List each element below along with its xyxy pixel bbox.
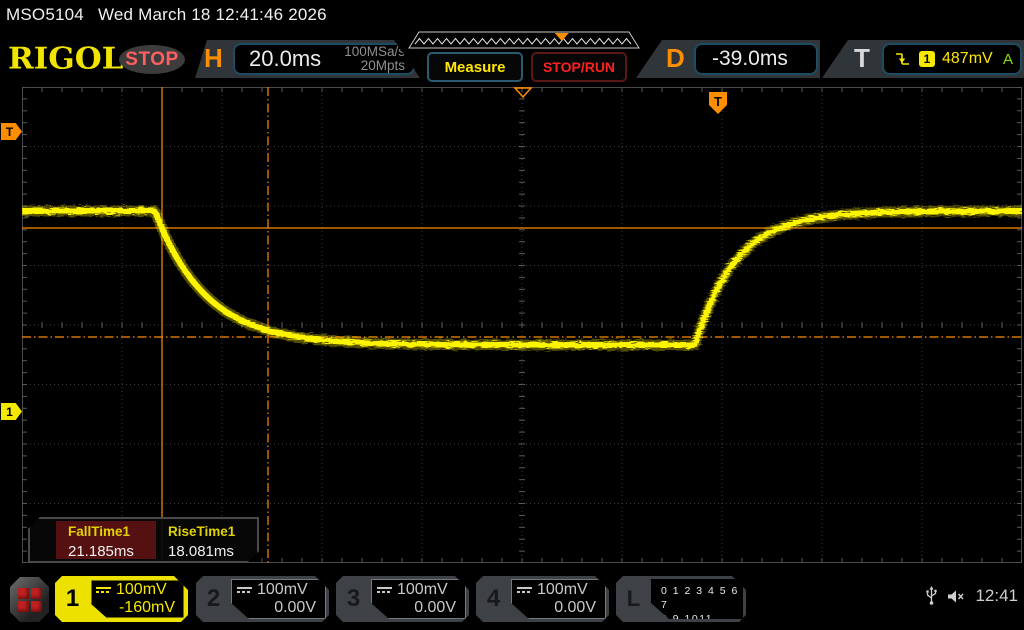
channel-offset: 0.00V: [517, 599, 600, 617]
channel-number: 2: [196, 576, 231, 622]
channel-offset: -160mV: [96, 599, 179, 617]
channel-scale: 100mV: [537, 581, 588, 599]
horizontal-label: H: [204, 43, 223, 74]
channel-values: 100mV 0.00V: [371, 579, 466, 619]
measurement-falltime[interactable]: FallTime1 21.185ms: [56, 521, 156, 559]
channel-scale: 100mV: [257, 581, 308, 599]
channel-values: 100mV 0.00V: [511, 579, 606, 619]
measure-button[interactable]: Measure: [427, 52, 523, 82]
delay-value: -39.0ms: [712, 47, 788, 71]
channel-3-button[interactable]: 3 100mV 0.00V: [336, 576, 469, 622]
measurement-value: 18.081ms: [168, 543, 256, 560]
logic-label: L: [616, 576, 651, 622]
timebase-value: 20.0ms: [249, 46, 321, 72]
dc-coupling-icon: [237, 587, 252, 593]
sample-rate-and-depth: 100MSa/s 20Mpts: [344, 45, 405, 73]
usb-icon: [925, 586, 938, 606]
dc-coupling-icon: [377, 587, 392, 593]
rigol-logo: RIGOL: [8, 42, 124, 76]
delay-panel[interactable]: D -39.0ms: [636, 40, 820, 78]
measurement-risetime[interactable]: RiseTime1 18.081ms: [156, 521, 256, 559]
trigger-level-marker[interactable]: T: [1, 123, 22, 140]
clock: 12:41: [975, 586, 1018, 606]
horizontal-panel[interactable]: H 20.0ms 100MSa/s 20Mpts: [195, 40, 420, 78]
channel-offset: 0.00V: [237, 599, 320, 617]
channel-scale: 100mV: [116, 581, 167, 599]
channel-2-button[interactable]: 2 100mV 0.00V: [196, 576, 329, 622]
menu-button[interactable]: [10, 577, 49, 622]
waveform-overview-strip[interactable]: [405, 31, 643, 50]
channel-values: 100mV 0.00V: [231, 579, 326, 619]
channel-values: 100mV -160mV: [90, 579, 185, 619]
svg-text:T: T: [714, 94, 722, 109]
dc-coupling-icon: [517, 587, 532, 593]
speaker-muted-icon: [947, 588, 966, 605]
titlebar: MSO5104 Wed March 18 12:41:46 2026: [6, 5, 341, 25]
menu-grid-icon: [18, 588, 42, 612]
trigger-label: T: [854, 43, 870, 74]
sample-rate: 100MSa/s: [344, 44, 405, 59]
channel-scale: 100mV: [397, 581, 448, 599]
model-name: MSO5104: [6, 5, 84, 24]
measurement-results-box: FallTime1 21.185ms RiseTime1 18.081ms: [28, 517, 259, 563]
trigger-source-badge: 1: [919, 51, 935, 67]
delay-label: D: [666, 43, 685, 74]
graticule: T: [22, 87, 1022, 563]
trigger-values: 1 487mV A: [882, 43, 1022, 75]
channel-number: 4: [476, 576, 511, 622]
channel1-ground-marker[interactable]: 1: [1, 403, 22, 420]
channel-number: 1: [55, 576, 90, 622]
datetime: Wed March 18 12:41:46 2026: [98, 5, 327, 24]
channel-offset: 0.00V: [377, 599, 460, 617]
logic-analyzer-button[interactable]: L 0 1 2 3 4 5 6 7 8 9 1011 12131415: [616, 576, 746, 622]
memory-depth: 20Mpts: [361, 58, 405, 73]
measurement-value: 21.185ms: [68, 543, 156, 560]
logic-channels: 0 1 2 3 4 5 6 7 8 9 1011 12131415: [651, 579, 743, 619]
channel-number: 3: [336, 576, 371, 622]
acquisition-state-badge: STOP: [119, 45, 185, 74]
trigger-mode: A: [1003, 51, 1013, 68]
delay-values: -39.0ms: [694, 43, 818, 75]
status-area: 12:41: [925, 586, 1018, 606]
trigger-panel[interactable]: T 1 487mV A: [822, 40, 1024, 78]
channel-4-button[interactable]: 4 100mV 0.00V: [476, 576, 609, 622]
stop-run-button[interactable]: STOP/RUN: [531, 52, 627, 82]
channel-1-button[interactable]: 1 100mV -160mV: [55, 576, 188, 622]
horizontal-values: 20.0ms 100MSa/s 20Mpts: [233, 43, 415, 75]
dc-coupling-icon: [96, 587, 111, 593]
oscilloscope-screen: MSO5104Wed March 18 12:41:46 2026 RIGOL …: [0, 0, 1024, 630]
measurement-name: RiseTime1: [168, 524, 256, 539]
logic-row-1: 0 1 2 3 4 5 6 7: [661, 584, 743, 612]
measurement-name: FallTime1: [68, 524, 156, 539]
trigger-level-value: 487mV: [942, 50, 993, 68]
falling-edge-icon: [893, 51, 911, 68]
logic-row-2: 8 9 1011 12131415: [661, 612, 743, 630]
